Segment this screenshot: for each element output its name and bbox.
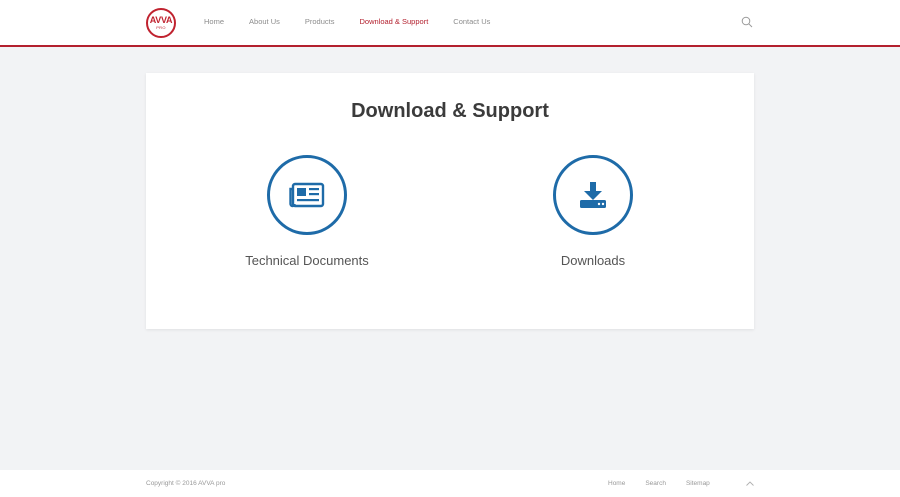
main-nav: Home About Us Products Download & Suppor… (204, 17, 515, 27)
page-title: Download & Support (351, 100, 549, 122)
technical-documents-icon-circle[interactable] (267, 155, 347, 235)
footer-link-search[interactable]: Search (645, 480, 666, 488)
download-icon (580, 182, 606, 208)
copyright-text: Copyright © 2016 AVVA pro (146, 480, 226, 487)
nav-about-us[interactable]: About Us (249, 17, 280, 27)
nav-contact-us[interactable]: Contact Us (453, 17, 490, 27)
nav-home[interactable]: Home (204, 17, 224, 27)
site-header: AVVA PRO Home About Us Products Download… (0, 0, 900, 47)
logo-subtext: PRO (156, 25, 166, 30)
newspaper-icon (289, 182, 325, 208)
downloads-tile[interactable]: Downloads (493, 155, 693, 269)
site-footer: Copyright © 2016 AVVA pro Home Search Si… (0, 470, 900, 497)
downloads-label[interactable]: Downloads (493, 253, 693, 269)
footer-links: Home Search Sitemap (608, 480, 730, 488)
avva-logo[interactable]: AVVA PRO (146, 8, 176, 38)
downloads-icon-circle[interactable] (553, 155, 633, 235)
chevron-up-icon[interactable] (745, 479, 755, 489)
technical-documents-tile[interactable]: Technical Documents (207, 155, 407, 269)
nav-download-support[interactable]: Download & Support (359, 17, 428, 27)
support-card: Download & Support Technical Documents D… (146, 73, 754, 329)
logo-text: AVVA (149, 15, 173, 25)
nav-products[interactable]: Products (305, 17, 335, 27)
footer-link-home[interactable]: Home (608, 480, 625, 488)
footer-link-sitemap[interactable]: Sitemap (686, 480, 710, 488)
search-icon[interactable] (741, 16, 753, 28)
technical-documents-label[interactable]: Technical Documents (207, 253, 407, 269)
